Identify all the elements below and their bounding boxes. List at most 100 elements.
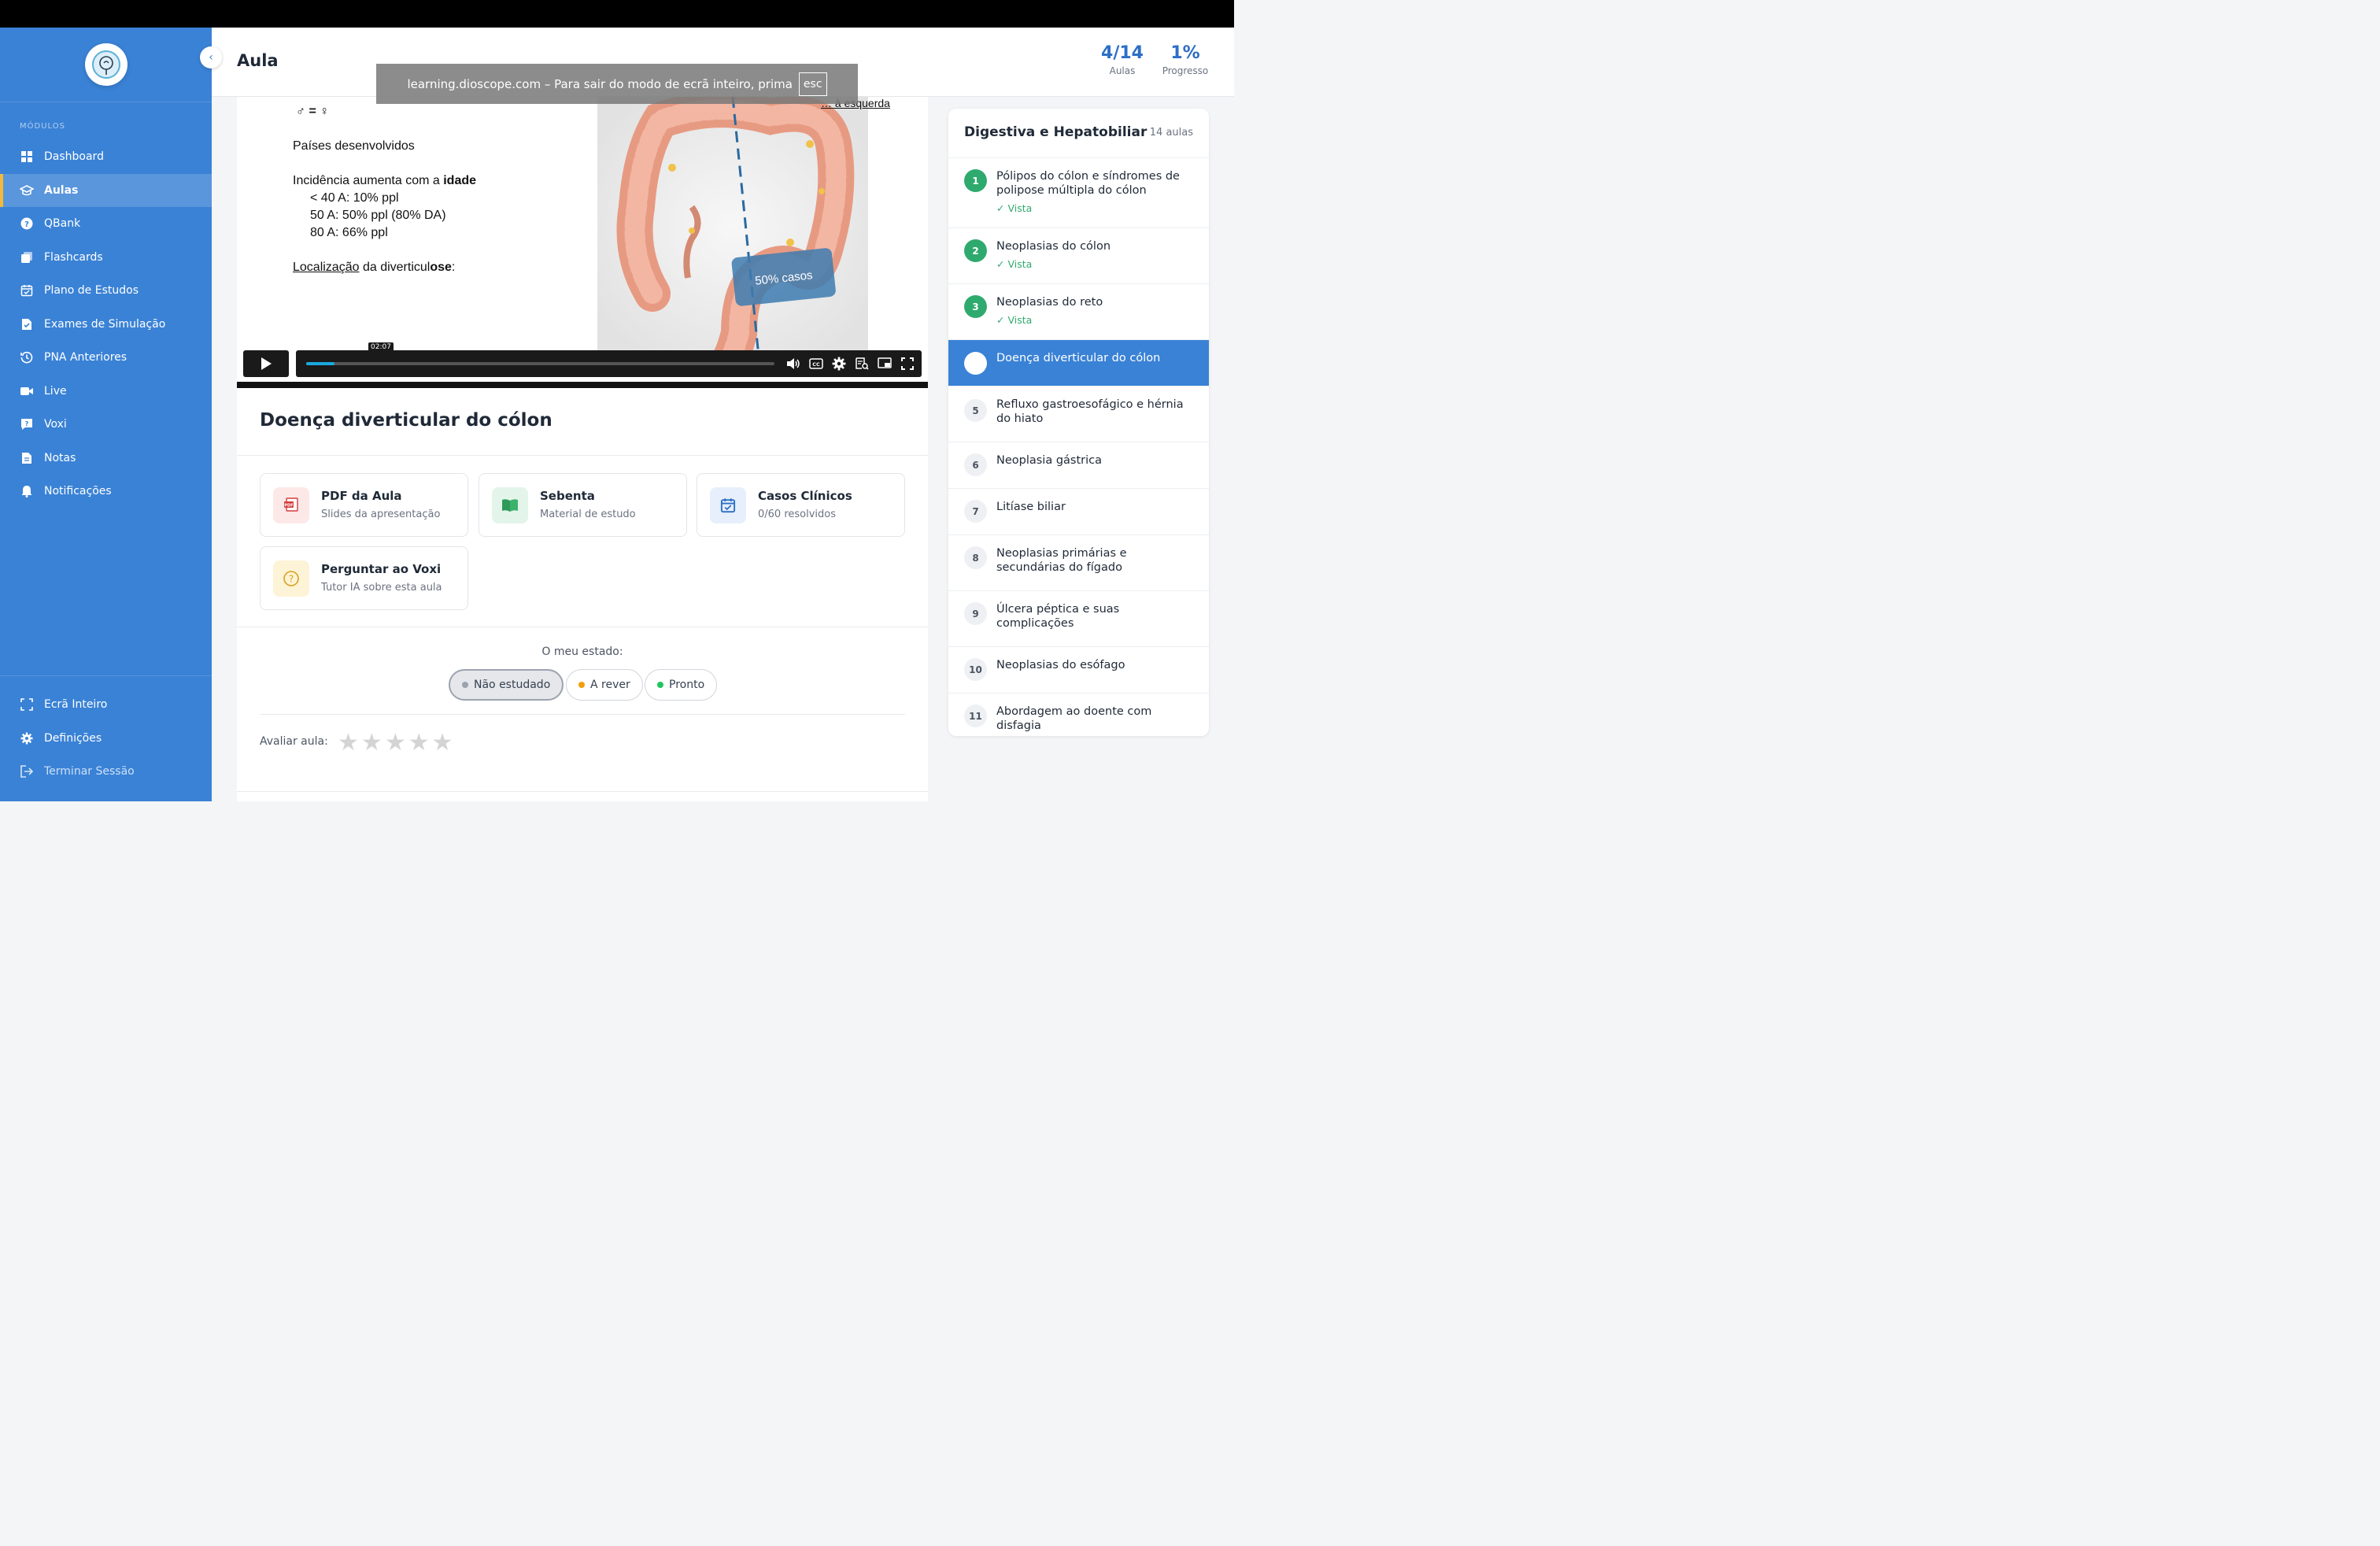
viewed-label: ✓ Vista [996,202,1033,214]
graduation-cap-icon [20,183,34,198]
lesson-list-item[interactable]: 9 Úlcera péptica e suas complicações [948,591,1209,647]
lesson-list-item[interactable]: 10 Neoplasias do esófago [948,647,1209,693]
time-tooltip: 02:07 [368,342,394,352]
chevron-left-icon: ‹ [209,51,213,64]
lesson-list-item[interactable]: 5 Refluxo gastroesofágico e hérnia do hi… [948,386,1209,442]
sidebar-item-terminar-sessao[interactable]: Terminar Sessão [0,755,212,789]
resource-subtitle: Tutor IA sobre esta aula [321,582,442,594]
sidebar-item-aulas[interactable]: Aulas [0,173,212,207]
sebenta-resource-card[interactable]: Sebenta Material de estudo [479,473,687,537]
sidebar-item-exames-de-simulacao[interactable]: Exames de Simulação [0,308,212,342]
lesson-list-item[interactable]: 6 Neoplasia gástrica [948,442,1209,489]
module-lesson-list: Digestiva e Hepatobiliar 14 aulas 1 Póli… [948,109,1209,736]
fullscreen-icon[interactable] [900,356,915,372]
resource-subtitle: Slides da apresentação [321,509,441,520]
lesson-list-title: Neoplasias do cólon [996,240,1111,253]
star-icon[interactable]: ★ [338,729,359,756]
lesson-main: ♂ = ♀ Países desenvolvidos Incidência au… [237,97,928,801]
lesson-list-title: Pólipos do cólon e síndromes de polipose… [996,170,1180,197]
sidebar-item-definicoes[interactable]: Definições [0,722,212,756]
sidebar-item-notas[interactable]: Notas [0,442,212,475]
collapse-sidebar-button[interactable]: ‹ [200,46,222,68]
fullscreen-icon [20,697,34,712]
lesson-number-badge: 2 [964,239,987,262]
video-progress-fill [306,362,334,365]
book-icon [492,487,528,523]
star-icon[interactable]: ★ [385,729,406,756]
status-a-rever-button[interactable]: A rever [566,669,643,701]
svg-text:CC: CC [812,361,820,368]
sidebar-item-live[interactable]: Live [0,375,212,409]
module-title: Digestiva e Hepatobiliar [964,124,1148,140]
esc-key-hint: esc [798,72,827,96]
question-circle-icon: ? [20,216,34,231]
pdf-resource-card[interactable]: PDF PDF da Aula Slides da apresentação [260,473,468,537]
lesson-list-item[interactable]: 2 Neoplasias do cólon ✓ Vista [948,228,1209,284]
lesson-list-item[interactable]: 7 Litíase biliar [948,489,1209,535]
lesson-list-item[interactable]: 8 Neoplasias primárias e secundárias do … [948,535,1209,591]
video-controls: 02:07 CC [243,342,922,377]
volume-icon[interactable] [785,356,801,372]
sidebar-item-dashboard[interactable]: Dashboard [0,140,212,174]
lesson-list-title: Úlcera péptica e suas complicações [996,603,1120,630]
lesson-list-item[interactable]: 3 Neoplasias do reto ✓ Vista [948,284,1209,340]
sidebar-section-label: MÓDULOS [20,122,65,131]
stethoscope-logo-icon [92,50,120,79]
voxi-resource-card[interactable]: ? Perguntar ao Voxi Tutor IA sobre esta … [260,546,468,610]
colon-illustration: 50% casos [597,97,868,375]
lesson-list-title: Neoplasias primárias e secundárias do fí… [996,547,1127,574]
lesson-number-badge: 10 [964,658,987,681]
status-pronto-button[interactable]: Pronto [645,669,718,701]
star-icon[interactable]: ★ [361,729,382,756]
sidebar-item-label: Definições [44,731,102,745]
history-icon [20,350,34,364]
viewed-label: ✓ Vista [996,258,1033,270]
lesson-number-badge: 3 [964,295,987,318]
video-bottom-border [237,382,928,388]
app-logo[interactable] [85,43,128,86]
cards-icon [20,250,34,264]
transcript-icon[interactable] [854,356,870,372]
slide-line: 50 A: 50% ppl (80% DA) [310,209,446,222]
slide-line-bold: idade [443,174,477,187]
sidebar-item-ecra-inteiro[interactable]: Ecrã Inteiro [0,688,212,722]
video-player[interactable]: ♂ = ♀ Países desenvolvidos Incidência au… [237,97,928,388]
picture-in-picture-icon[interactable] [877,356,893,372]
sidebar-item-flashcards[interactable]: Flashcards [0,241,212,275]
lesson-number-badge: 11 [964,705,987,727]
lesson-list-item[interactable]: 1 Pólipos do cólon e síndromes de polipo… [948,158,1209,228]
sidebar-item-label: PNA Anteriores [44,351,128,364]
sidebar-item-notificacoes[interactable]: Notificações [0,475,212,509]
lesson-number-badge: 5 [964,399,987,422]
status-nao-estudado-button[interactable]: Não estudado [449,669,564,701]
status-label: O meu estado: [541,645,623,658]
casos-clinicos-resource-card[interactable]: Casos Clínicos 0/60 resolvidos [697,473,905,537]
lesson-list-item-active[interactable]: 4 Doença diverticular do cólon [948,340,1209,386]
lesson-list-title: Neoplasias do reto [996,296,1103,309]
sidebar-bottom-nav: Ecrã Inteiro Definições Terminar Sessão [0,688,212,789]
sidebar-item-label: QBank [44,217,81,231]
sidebar-item-pna-anteriores[interactable]: PNA Anteriores [0,341,212,375]
captions-icon[interactable]: CC [808,356,824,372]
play-button[interactable] [243,350,289,377]
sidebar-item-qbank[interactable]: ? QBank [0,207,212,241]
star-icon[interactable]: ★ [432,729,453,756]
lesson-list-title: Neoplasias do esófago [996,659,1125,671]
slide-line: ♂ = ♀ [296,105,330,118]
lesson-list-title: Neoplasia gástrica [996,454,1103,467]
logout-icon [20,764,34,779]
gear-icon [20,731,34,745]
star-icon[interactable]: ★ [408,729,430,756]
video-progress-track[interactable] [306,362,774,365]
section-divider [237,791,928,792]
sidebar-item-voxi[interactable]: ? Voxi [0,408,212,442]
calendar-icon [20,283,34,298]
slide-line: Incidência aumenta com a [293,174,440,187]
settings-gear-icon[interactable] [831,356,847,372]
lesson-list-item[interactable]: 11 Abordagem ao doente com disfagia [948,693,1209,736]
slide-line: : [451,261,456,274]
lesson-list-title: Litíase biliar [996,501,1066,513]
sidebar-item-plano-de-estudos[interactable]: Plano de Estudos [0,274,212,308]
sidebar-item-label: Notificações [44,485,112,498]
lesson-number-badge: 9 [964,602,987,625]
